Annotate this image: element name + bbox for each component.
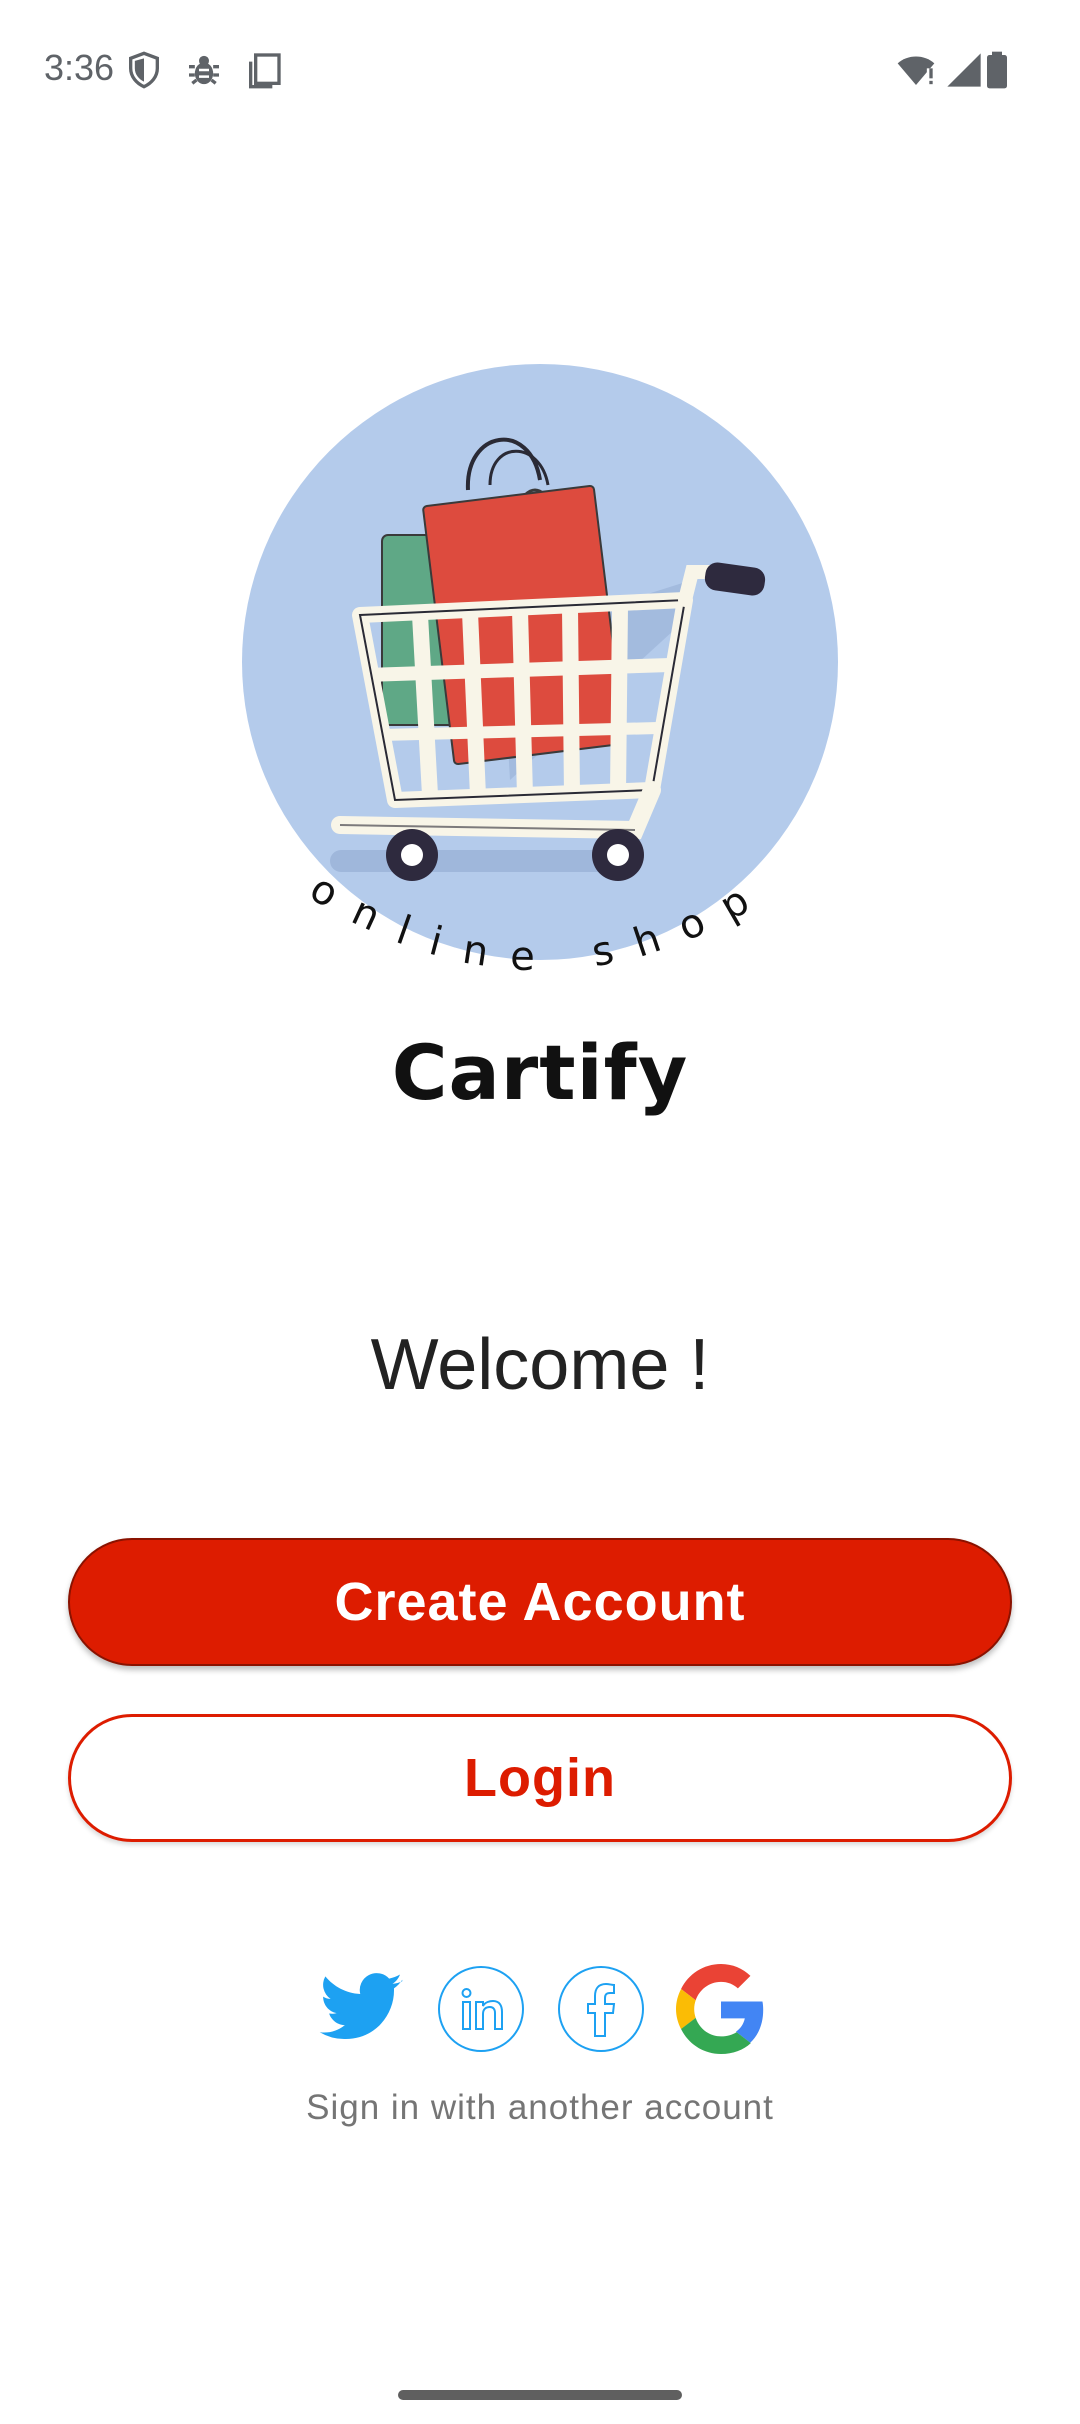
shield-icon: [129, 51, 159, 89]
battery-icon: [987, 51, 1007, 89]
twitter-icon[interactable]: [316, 1964, 406, 2054]
linkedin-icon[interactable]: [436, 1964, 526, 2054]
social-login-row: [0, 1960, 1080, 2060]
login-button[interactable]: Login: [68, 1714, 1012, 1842]
google-icon[interactable]: [676, 1964, 766, 2054]
bug-icon: [189, 55, 219, 85]
create-account-button[interactable]: Create Account: [68, 1538, 1012, 1666]
brand-name: Cartify: [391, 1028, 689, 1117]
screenshot-icon: [249, 53, 281, 89]
wifi-icon: [897, 56, 935, 85]
status-bar: 3:36: [0, 0, 1080, 140]
welcome-heading: Welcome !: [370, 1325, 710, 1405]
facebook-icon[interactable]: [556, 1964, 646, 2054]
cellular-signal-icon: [947, 53, 981, 87]
social-signin-caption: Sign in with another account: [306, 2088, 774, 2127]
status-time: 3:36: [44, 47, 115, 88]
home-gesture-bar[interactable]: [398, 2390, 682, 2400]
shopping-cart-icon: online shop: [242, 364, 838, 980]
app-logo: online shop: [240, 360, 840, 1120]
